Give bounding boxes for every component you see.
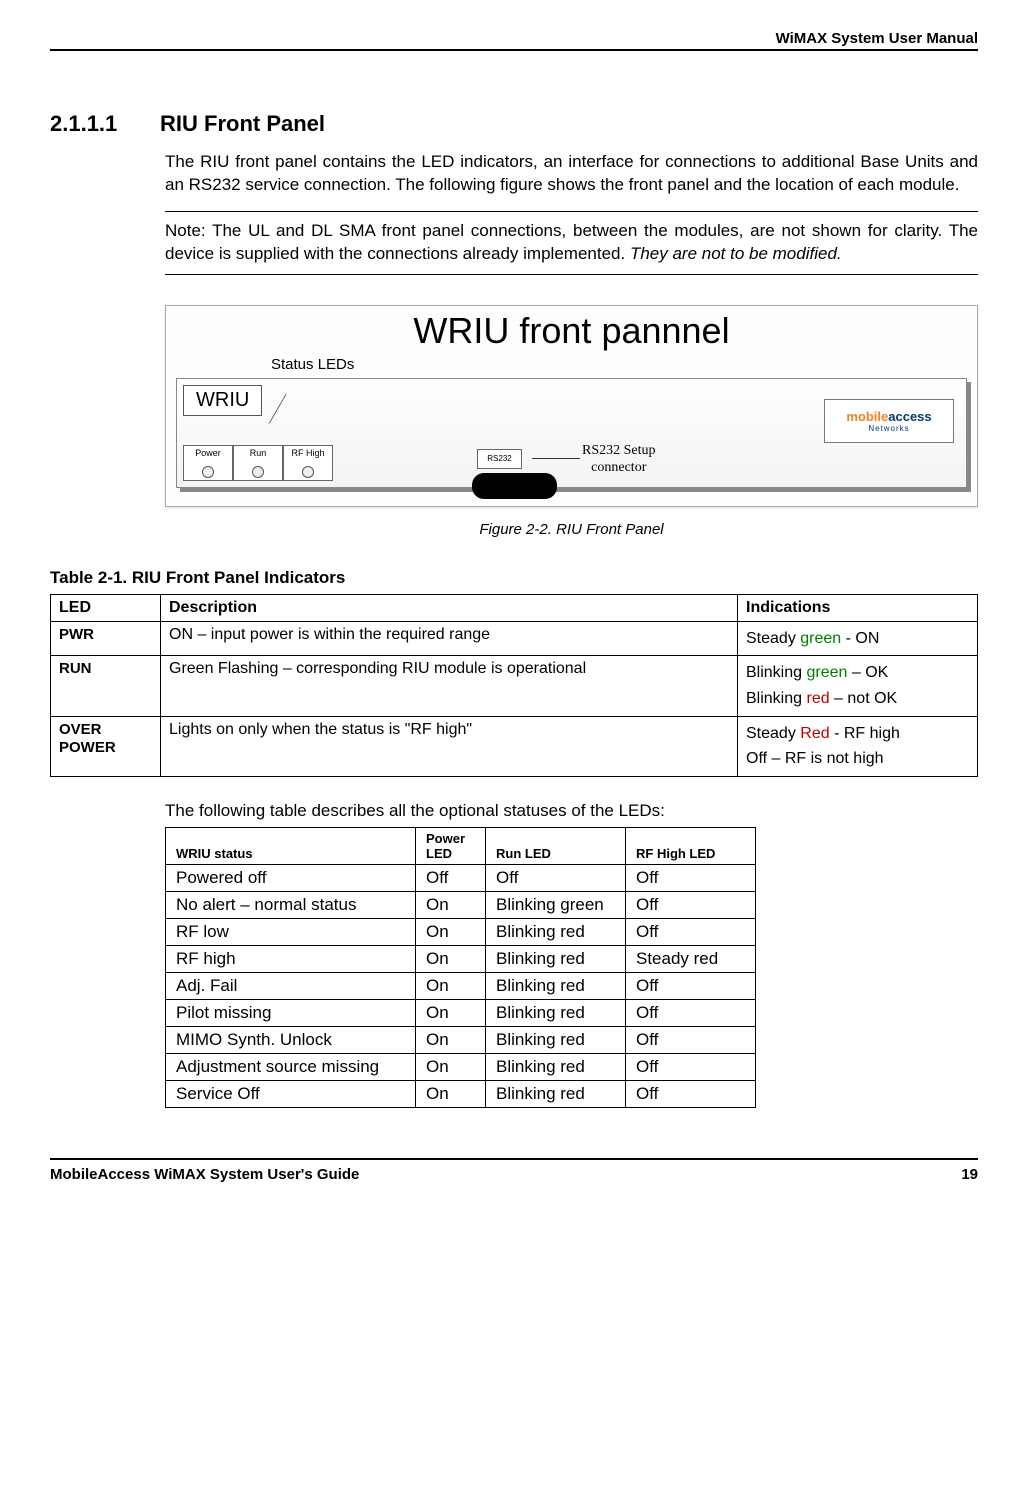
table-row: Powered offOffOffOff bbox=[166, 864, 756, 891]
rs232-port-label: RS232 bbox=[477, 449, 522, 469]
led-rf-high: RF High bbox=[283, 445, 333, 481]
rs232-connector-icon bbox=[472, 473, 557, 499]
table-row: Adj. FailOnBlinking redOff bbox=[166, 972, 756, 999]
note-italic: They are not to be modified. bbox=[630, 244, 842, 263]
device-panel: WRIU Power Run RF High RS232 RS232 Setup… bbox=[176, 378, 967, 488]
rs232-callout: RS232 Setupconnector bbox=[582, 443, 656, 477]
table-row: Service OffOnBlinking redOff bbox=[166, 1080, 756, 1107]
note-text: Note: The UL and DL SMA front panel conn… bbox=[165, 221, 978, 263]
mobileaccess-logo: mobileaccess Networks bbox=[824, 399, 954, 443]
table-led-statuses: WRIU status Power LED Run LED RF High LE… bbox=[165, 827, 756, 1108]
section-number: 2.1.1.1 bbox=[50, 111, 160, 137]
col-indications: Indications bbox=[738, 594, 978, 621]
figure-riu-front-panel: WRIU front pannnel Status LEDs WRIU Powe… bbox=[165, 305, 978, 538]
table-riu-indicators: LED Description Indications PWRON – inpu… bbox=[50, 594, 978, 777]
doc-header: WiMAX System User Manual bbox=[50, 30, 978, 51]
table-row: Adjustment source missingOnBlinking redO… bbox=[166, 1053, 756, 1080]
page-footer: MobileAccess WiMAX System User's Guide 1… bbox=[50, 1158, 978, 1183]
table-row: OVER POWERLights on only when the status… bbox=[51, 716, 978, 776]
table2-intro: The following table describes all the op… bbox=[165, 801, 978, 821]
figure-caption: Figure 2-2. RIU Front Panel bbox=[165, 521, 978, 538]
table-row: PWRON – input power is within the requir… bbox=[51, 621, 978, 656]
note-box: Note: The UL and DL SMA front panel conn… bbox=[165, 211, 978, 275]
col-wriu-status: WRIU status bbox=[166, 827, 416, 864]
table-row: RF highOnBlinking redSteady red bbox=[166, 945, 756, 972]
led-group: Power Run RF High bbox=[183, 445, 333, 481]
leader-line bbox=[268, 394, 325, 424]
table-row: RF lowOnBlinking redOff bbox=[166, 918, 756, 945]
table-row: RUNGreen Flashing – corresponding RIU mo… bbox=[51, 656, 978, 716]
table-row: MIMO Synth. UnlockOnBlinking redOff bbox=[166, 1026, 756, 1053]
table-row: Pilot missingOnBlinking redOff bbox=[166, 999, 756, 1026]
status-leds-label: Status LEDs bbox=[271, 356, 354, 373]
col-rf-high-led: RF High LED bbox=[626, 827, 756, 864]
footer-left: MobileAccess WiMAX System User's Guide bbox=[50, 1166, 359, 1183]
led-power: Power bbox=[183, 445, 233, 481]
led-run: Run bbox=[233, 445, 283, 481]
wriu-badge: WRIU bbox=[183, 385, 262, 416]
col-power-led: Power LED bbox=[416, 827, 486, 864]
intro-paragraph: The RIU front panel contains the LED ind… bbox=[165, 151, 978, 197]
figure-title: WRIU front pannnel bbox=[176, 306, 967, 358]
table1-title: Table 2-1. RIU Front Panel Indicators bbox=[50, 568, 978, 588]
table-row: No alert – normal statusOnBlinking green… bbox=[166, 891, 756, 918]
col-led: LED bbox=[51, 594, 161, 621]
footer-page-number: 19 bbox=[961, 1166, 978, 1183]
col-description: Description bbox=[161, 594, 738, 621]
leader-line bbox=[532, 458, 580, 459]
section-heading: 2.1.1.1 RIU Front Panel bbox=[50, 111, 978, 137]
col-run-led: Run LED bbox=[486, 827, 626, 864]
section-title: RIU Front Panel bbox=[160, 111, 325, 137]
